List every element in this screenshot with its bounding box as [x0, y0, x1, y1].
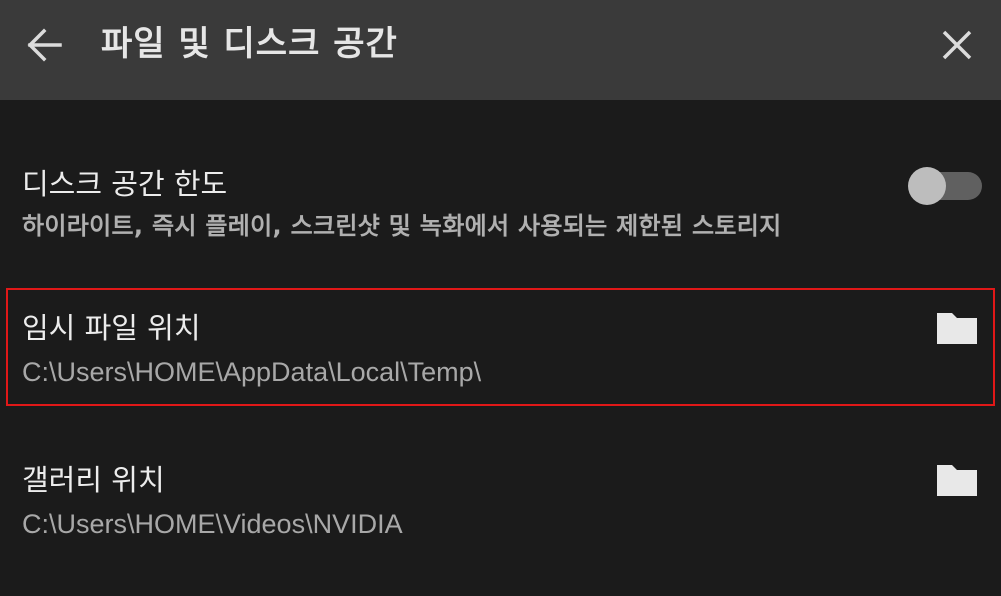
close-icon	[942, 30, 972, 60]
setting-disk-limit: 디스크 공간 한도 하이라이트, 즉시 플레이, 스크린샷 및 녹화에서 사용되…	[0, 160, 1001, 250]
setting-gallery-location: 갤러리 위치 C:\Users\HOME\Videos\NVIDIA	[0, 460, 1001, 550]
gallery-location-folder-button[interactable]	[936, 463, 978, 497]
back-button[interactable]	[22, 25, 68, 65]
toggle-knob	[908, 167, 946, 205]
close-button[interactable]	[936, 24, 978, 66]
disk-limit-toggle[interactable]	[908, 166, 982, 206]
header-bar: 파일 및 디스크 공간	[0, 0, 1001, 100]
disk-limit-title: 디스크 공간 한도	[22, 167, 228, 201]
temp-location-folder-button[interactable]	[936, 311, 978, 345]
gallery-location-title: 갤러리 위치	[22, 463, 165, 497]
setting-temp-location: 임시 파일 위치 C:\Users\HOME\AppData\Local\Tem…	[0, 306, 1001, 396]
page-title: 파일 및 디스크 공간	[101, 24, 398, 64]
arrow-left-icon	[27, 28, 62, 62]
folder-icon	[937, 465, 977, 496]
disk-limit-description: 하이라이트, 즉시 플레이, 스크린샷 및 녹화에서 사용되는 제한된 스토리지	[22, 212, 782, 240]
gallery-location-path: C:\Users\HOME\Videos\NVIDIA	[22, 509, 403, 539]
temp-location-title: 임시 파일 위치	[22, 311, 201, 345]
folder-icon	[937, 313, 977, 344]
temp-location-path: C:\Users\HOME\AppData\Local\Temp\	[22, 357, 482, 387]
